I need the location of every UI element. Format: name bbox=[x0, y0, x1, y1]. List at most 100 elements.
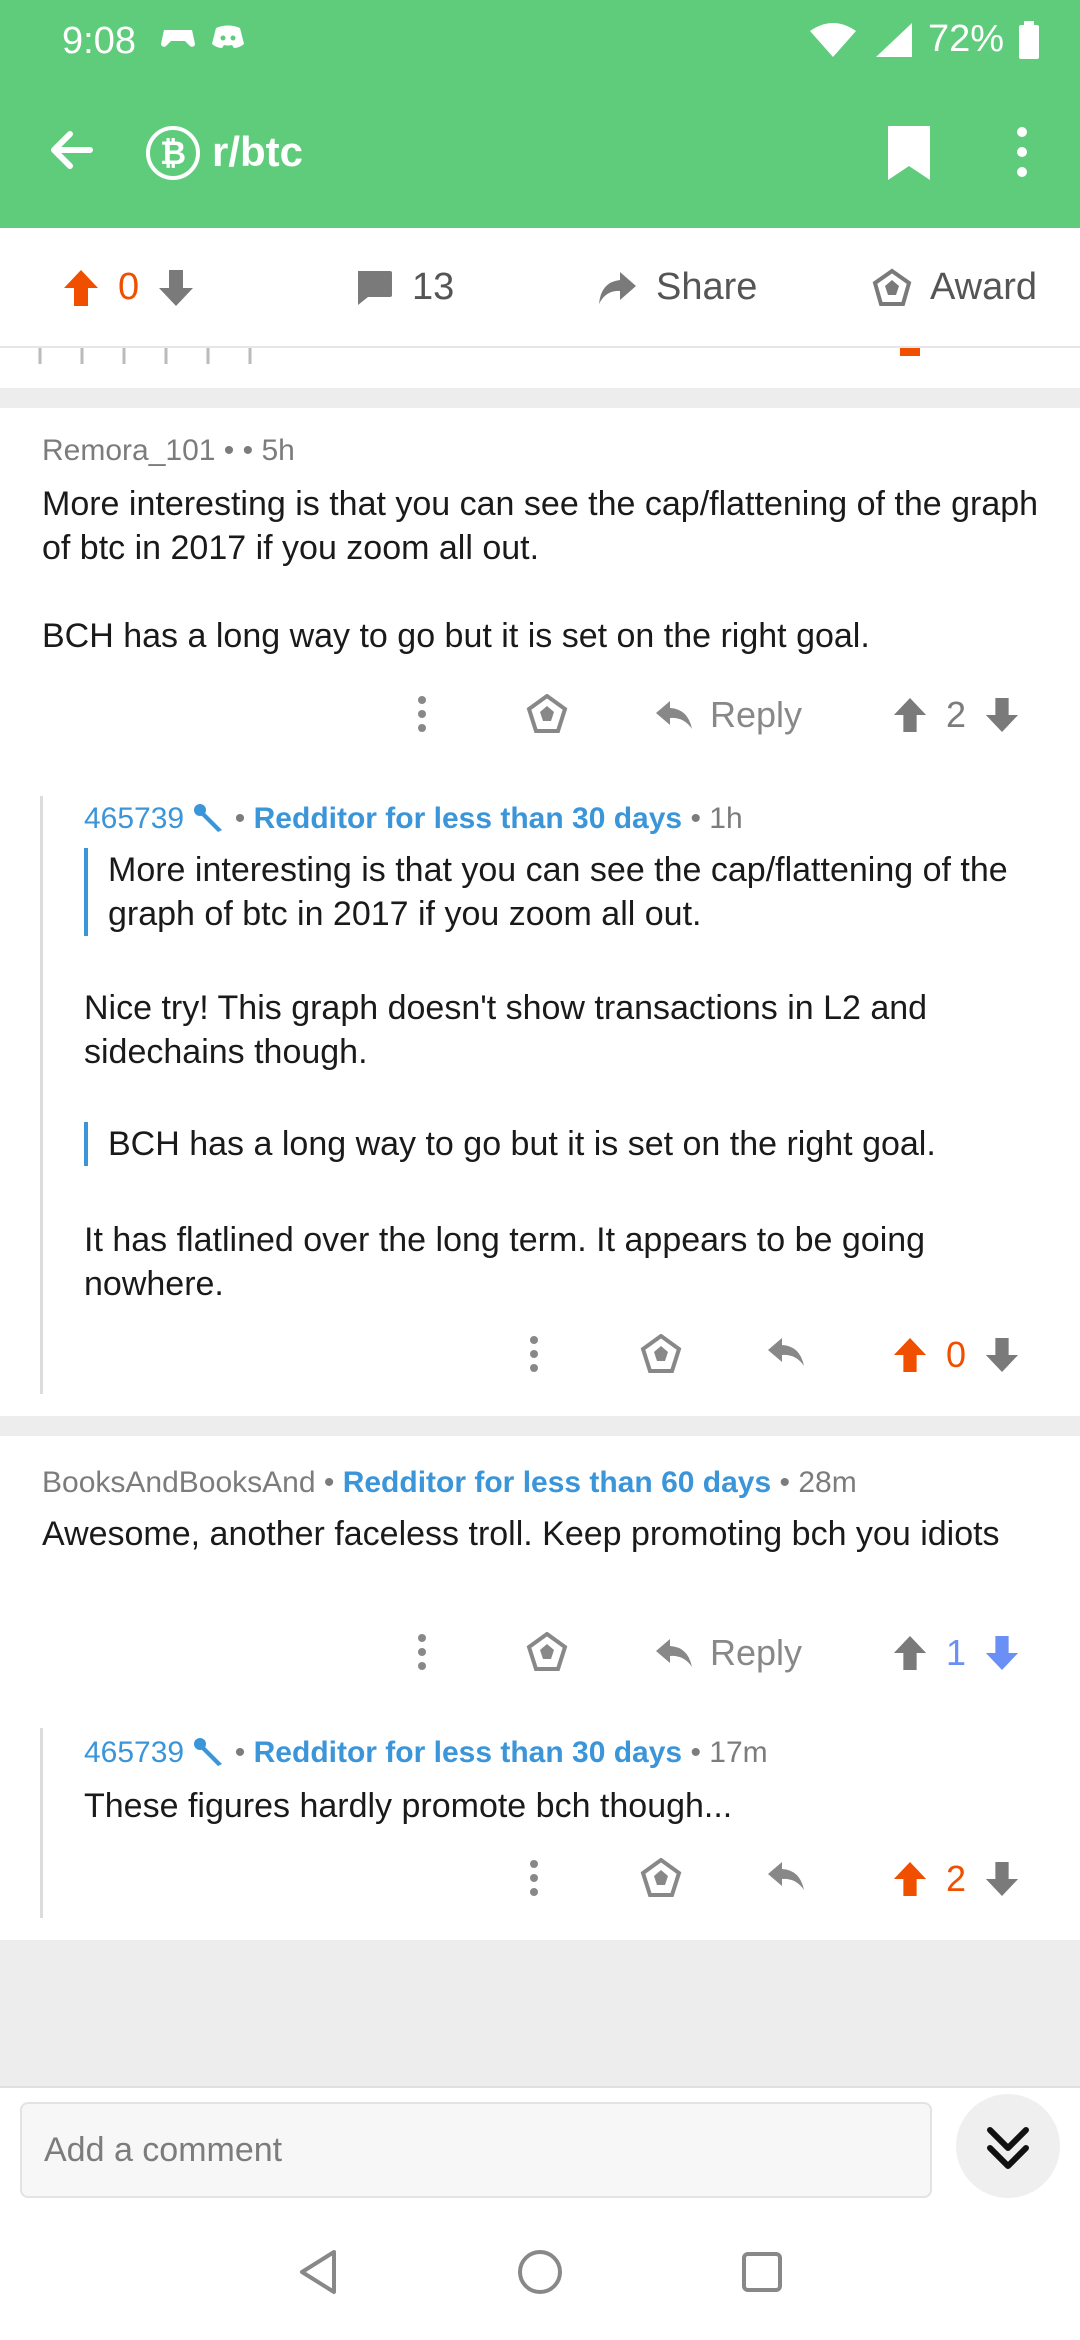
comment-input[interactable]: Add a comment bbox=[20, 2102, 932, 2198]
award-icon bbox=[872, 268, 912, 306]
comment-time: • 17m bbox=[690, 1736, 768, 1769]
comment-score: 1 bbox=[946, 1632, 967, 1673]
collapse-comments-button[interactable] bbox=[956, 2094, 1060, 2198]
reply-button[interactable] bbox=[766, 1858, 806, 1894]
game-controller-icon bbox=[161, 30, 195, 47]
clipped-content bbox=[0, 348, 1080, 368]
reply-button[interactable] bbox=[766, 1334, 806, 1370]
double-chevron-down-icon bbox=[987, 2127, 1029, 2169]
comments-button[interactable]: 13 bbox=[354, 266, 454, 309]
comment-body: Nice try! This graph doesn't show transa… bbox=[84, 989, 928, 1071]
comment-time: • 28m bbox=[779, 1466, 857, 1499]
wifi-icon bbox=[809, 22, 856, 57]
comment-author[interactable]: 465739 bbox=[84, 1736, 184, 1769]
comment-score: 0 bbox=[946, 1334, 967, 1375]
upvote-icon[interactable] bbox=[892, 696, 928, 734]
downvote-icon[interactable] bbox=[984, 1634, 1020, 1672]
quoted-text: More interesting is that you can see the… bbox=[84, 848, 1044, 936]
comment-score: 2 bbox=[946, 694, 967, 735]
downvote-icon[interactable] bbox=[984, 696, 1020, 734]
comment-award-button[interactable] bbox=[526, 1632, 568, 1672]
comment-body: These figures hardly promote bch though.… bbox=[84, 1787, 733, 1825]
award-icon bbox=[640, 1334, 682, 1373]
comment-more-button[interactable] bbox=[412, 1632, 432, 1672]
reply-button[interactable]: Reply bbox=[654, 1632, 802, 1674]
comment-award-button[interactable] bbox=[526, 694, 568, 734]
upvote-icon[interactable] bbox=[892, 1860, 928, 1898]
comment-author-line: BooksAndBooksAnd • Redditor for less tha… bbox=[42, 1466, 857, 1499]
comment-vote: 2 bbox=[892, 1858, 1020, 1900]
more-icon bbox=[530, 1860, 538, 1896]
share-label: Share bbox=[656, 266, 758, 308]
upvote-icon[interactable] bbox=[892, 1336, 928, 1374]
downvote-icon[interactable] bbox=[984, 1860, 1020, 1898]
comment-award-button[interactable] bbox=[640, 1858, 682, 1898]
reply-icon bbox=[768, 1338, 804, 1366]
upvote-icon[interactable] bbox=[892, 1634, 928, 1672]
comment-vote: 1 bbox=[892, 1632, 1020, 1674]
comment-author[interactable]: 465739 bbox=[84, 802, 184, 835]
status-time: 9:08 bbox=[62, 20, 136, 62]
comment-award-button[interactable] bbox=[640, 1334, 682, 1374]
back-arrow-icon[interactable] bbox=[40, 118, 104, 182]
empty-area bbox=[0, 1940, 1080, 2086]
comment-time: • 1h bbox=[690, 802, 743, 835]
user-flair: Redditor for less than 30 days bbox=[253, 1736, 683, 1769]
bookmark-icon[interactable] bbox=[884, 124, 934, 182]
wrench-icon bbox=[194, 804, 223, 832]
comments-count: 13 bbox=[412, 266, 455, 308]
award-icon bbox=[640, 1858, 682, 1897]
subreddit-name[interactable]: r/btc bbox=[212, 128, 303, 176]
share-button[interactable]: Share bbox=[596, 266, 757, 309]
comment-actions: Reply 1 bbox=[0, 1632, 1080, 1692]
more-icon bbox=[418, 696, 426, 732]
more-icon bbox=[418, 1634, 426, 1670]
nav-home-icon[interactable] bbox=[516, 2248, 564, 2296]
post-action-bar: 0 13 Share Award bbox=[0, 228, 1080, 348]
reply-icon bbox=[768, 1862, 804, 1890]
comment-body: It has flatlined over the long term. It … bbox=[84, 1221, 926, 1303]
comment-actions: 2 bbox=[0, 1858, 1080, 1918]
comment-more-button[interactable] bbox=[524, 1858, 544, 1898]
status-indicators: 72% bbox=[808, 18, 1040, 61]
notification-icons bbox=[160, 22, 246, 52]
reply-button[interactable]: Reply bbox=[654, 694, 802, 736]
discord-icon bbox=[212, 25, 244, 48]
comment-more-button[interactable] bbox=[524, 1334, 544, 1374]
comment-score: 2 bbox=[946, 1858, 967, 1899]
comment-more-button[interactable] bbox=[412, 694, 432, 734]
downvote-icon[interactable] bbox=[984, 1336, 1020, 1374]
user-flair: Redditor for less than 60 days bbox=[342, 1466, 772, 1499]
post-score: 0 bbox=[118, 266, 140, 308]
more-options-icon[interactable] bbox=[1008, 124, 1036, 180]
comment-actions: 0 bbox=[0, 1334, 1080, 1394]
comment-author-line: 465739 • Redditor for less than 30 days … bbox=[84, 1736, 768, 1769]
award-label: Award bbox=[930, 266, 1038, 308]
user-flair: Redditor for less than 30 days bbox=[253, 802, 683, 835]
section-divider bbox=[0, 1416, 1080, 1436]
wrench-icon bbox=[194, 1738, 223, 1766]
downvote-icon[interactable] bbox=[157, 268, 195, 308]
reply-icon bbox=[656, 1639, 692, 1667]
share-icon bbox=[599, 271, 636, 304]
battery-icon bbox=[1019, 20, 1039, 59]
reply-icon bbox=[656, 701, 692, 729]
comment-author[interactable]: Remora_101 bbox=[42, 434, 215, 467]
comment-author[interactable]: BooksAndBooksAnd bbox=[42, 1466, 316, 1499]
nav-recents-icon[interactable] bbox=[740, 2250, 784, 2294]
quoted-text: BCH has a long way to go but it is set o… bbox=[84, 1122, 1044, 1166]
award-button[interactable]: Award bbox=[872, 266, 1037, 309]
signal-icon bbox=[875, 22, 912, 57]
comment-composer: Add a comment bbox=[0, 2086, 1080, 2210]
upvote-icon[interactable] bbox=[62, 268, 100, 308]
nav-back-icon[interactable] bbox=[296, 2248, 340, 2296]
comment-author-line: Remora_101 • • 5h bbox=[42, 434, 295, 467]
comment-actions: Reply 2 bbox=[0, 694, 1080, 754]
app-header: 9:08 72% ₿ r/btc bbox=[0, 0, 1080, 228]
more-icon bbox=[530, 1336, 538, 1372]
comment-time: • 5h bbox=[242, 434, 295, 467]
section-divider bbox=[0, 388, 1080, 408]
comment-body: More interesting is that you can see the… bbox=[42, 485, 1039, 655]
post-vote: 0 bbox=[62, 266, 195, 309]
subreddit-icon[interactable]: ₿ bbox=[146, 126, 200, 180]
